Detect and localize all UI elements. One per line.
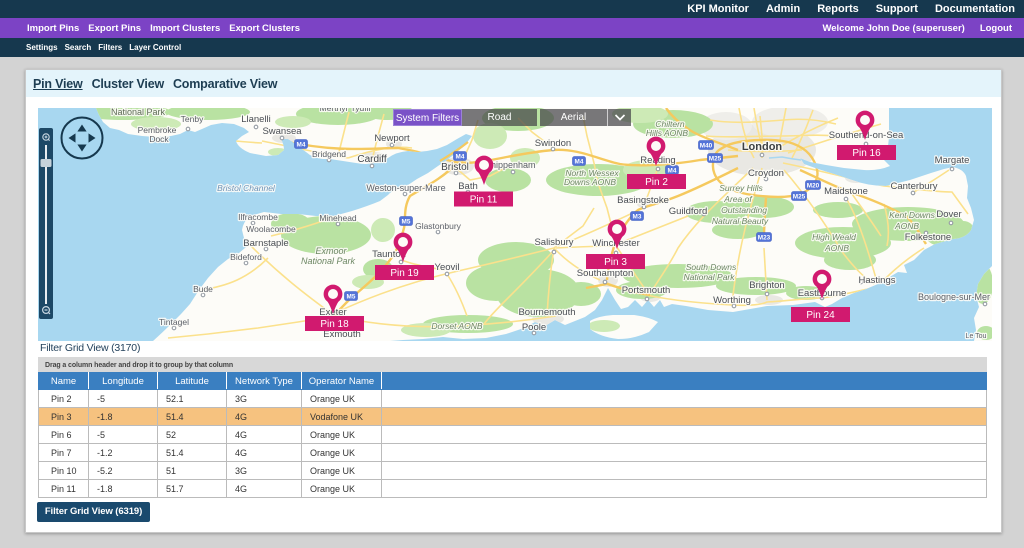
- svg-text:M4: M4: [297, 141, 306, 148]
- svg-text:Outstanding: Outstanding: [721, 205, 767, 215]
- svg-text:Portsmouth: Portsmouth: [622, 285, 671, 296]
- svg-text:Hills AONB: Hills AONB: [646, 128, 689, 138]
- svg-text:Bournemouth: Bournemouth: [518, 307, 575, 318]
- svg-text:M23: M23: [758, 234, 771, 241]
- svg-text:Croydon: Croydon: [748, 168, 784, 179]
- svg-text:Pin 19: Pin 19: [390, 268, 419, 279]
- svg-text:M4: M4: [456, 153, 465, 160]
- svg-text:London: London: [742, 141, 783, 153]
- svg-text:M5: M5: [402, 218, 411, 225]
- svg-text:M40: M40: [700, 142, 713, 149]
- svg-text:Dock: Dock: [149, 134, 169, 144]
- svg-text:Basingstoke: Basingstoke: [617, 195, 669, 206]
- svg-text:Exmoor: Exmoor: [315, 246, 347, 256]
- svg-text:Kent Downs: Kent Downs: [889, 210, 936, 220]
- svg-text:Margate: Margate: [935, 155, 970, 166]
- svg-text:Llanelli: Llanelli: [241, 114, 271, 125]
- svg-text:Worthing: Worthing: [713, 295, 751, 306]
- svg-text:Pin 24: Pin 24: [806, 310, 835, 321]
- svg-text:Pin 18: Pin 18: [320, 319, 349, 330]
- svg-text:Salisbury: Salisbury: [534, 237, 573, 248]
- svg-text:Boulogne-sur-Mer: Boulogne-sur-Mer: [918, 292, 990, 302]
- svg-text:Hastings: Hastings: [859, 275, 896, 286]
- svg-text:Cardiff: Cardiff: [357, 154, 386, 165]
- svg-text:Bath: Bath: [458, 181, 478, 192]
- svg-text:Pin 2: Pin 2: [645, 177, 668, 188]
- svg-text:Brighton: Brighton: [749, 280, 784, 291]
- svg-text:High Weald: High Weald: [812, 232, 856, 242]
- svg-text:Minehead: Minehead: [319, 213, 357, 223]
- svg-text:Guildford: Guildford: [669, 206, 708, 217]
- svg-text:Pin 16: Pin 16: [852, 148, 881, 159]
- svg-text:Swindon: Swindon: [535, 138, 571, 149]
- svg-text:Weston-super-Mare: Weston-super-Mare: [366, 183, 445, 193]
- svg-text:M3: M3: [633, 213, 642, 220]
- svg-text:Dorset AONB: Dorset AONB: [431, 321, 483, 331]
- svg-text:Bude: Bude: [193, 284, 213, 294]
- svg-text:Tintagel: Tintagel: [159, 317, 189, 327]
- svg-text:Bridgend: Bridgend: [312, 149, 346, 159]
- svg-text:Poole: Poole: [522, 322, 546, 333]
- svg-text:Woolacombe: Woolacombe: [246, 224, 296, 234]
- svg-text:M25: M25: [793, 193, 806, 200]
- svg-text:M4: M4: [668, 167, 677, 174]
- svg-text:Pin 3: Pin 3: [604, 257, 627, 268]
- svg-text:National Park: National Park: [683, 272, 735, 282]
- svg-text:Ilfracombe: Ilfracombe: [238, 212, 278, 222]
- svg-text:Le Tou: Le Tou: [966, 333, 987, 340]
- svg-text:Surrey Hills: Surrey Hills: [719, 183, 763, 193]
- svg-text:Barnstaple: Barnstaple: [243, 238, 288, 249]
- svg-text:Tenby: Tenby: [181, 114, 204, 124]
- svg-text:Canterbury: Canterbury: [891, 181, 938, 192]
- svg-text:Southampton: Southampton: [577, 268, 634, 279]
- svg-text:National Park: National Park: [111, 108, 166, 117]
- svg-text:Swansea: Swansea: [262, 126, 302, 137]
- svg-text:M4: M4: [575, 158, 584, 165]
- svg-text:Bristol: Bristol: [441, 162, 469, 173]
- svg-text:Bristol Channel: Bristol Channel: [217, 183, 276, 193]
- svg-text:Newport: Newport: [374, 133, 410, 144]
- svg-text:Bideford: Bideford: [230, 252, 262, 262]
- svg-text:Natural Beauty: Natural Beauty: [712, 216, 769, 226]
- svg-text:South Downs: South Downs: [686, 262, 737, 272]
- svg-text:National Park: National Park: [301, 256, 356, 266]
- svg-text:Folkestone: Folkestone: [905, 232, 951, 243]
- svg-text:Merthyr Tydfil: Merthyr Tydfil: [320, 108, 371, 113]
- svg-text:M25: M25: [709, 155, 722, 162]
- svg-text:Maidstone: Maidstone: [824, 186, 868, 197]
- svg-text:M5: M5: [347, 293, 356, 300]
- svg-text:Glastonbury: Glastonbury: [415, 221, 462, 231]
- svg-text:AONB: AONB: [824, 243, 849, 253]
- svg-text:M20: M20: [807, 182, 820, 189]
- svg-text:Yeovil: Yeovil: [434, 262, 459, 273]
- svg-text:Downs AONB: Downs AONB: [564, 177, 616, 187]
- svg-text:Dover: Dover: [936, 209, 961, 220]
- svg-text:AONB: AONB: [894, 221, 919, 231]
- svg-text:Pin 11: Pin 11: [470, 195, 498, 206]
- svg-text:Area of: Area of: [723, 194, 753, 204]
